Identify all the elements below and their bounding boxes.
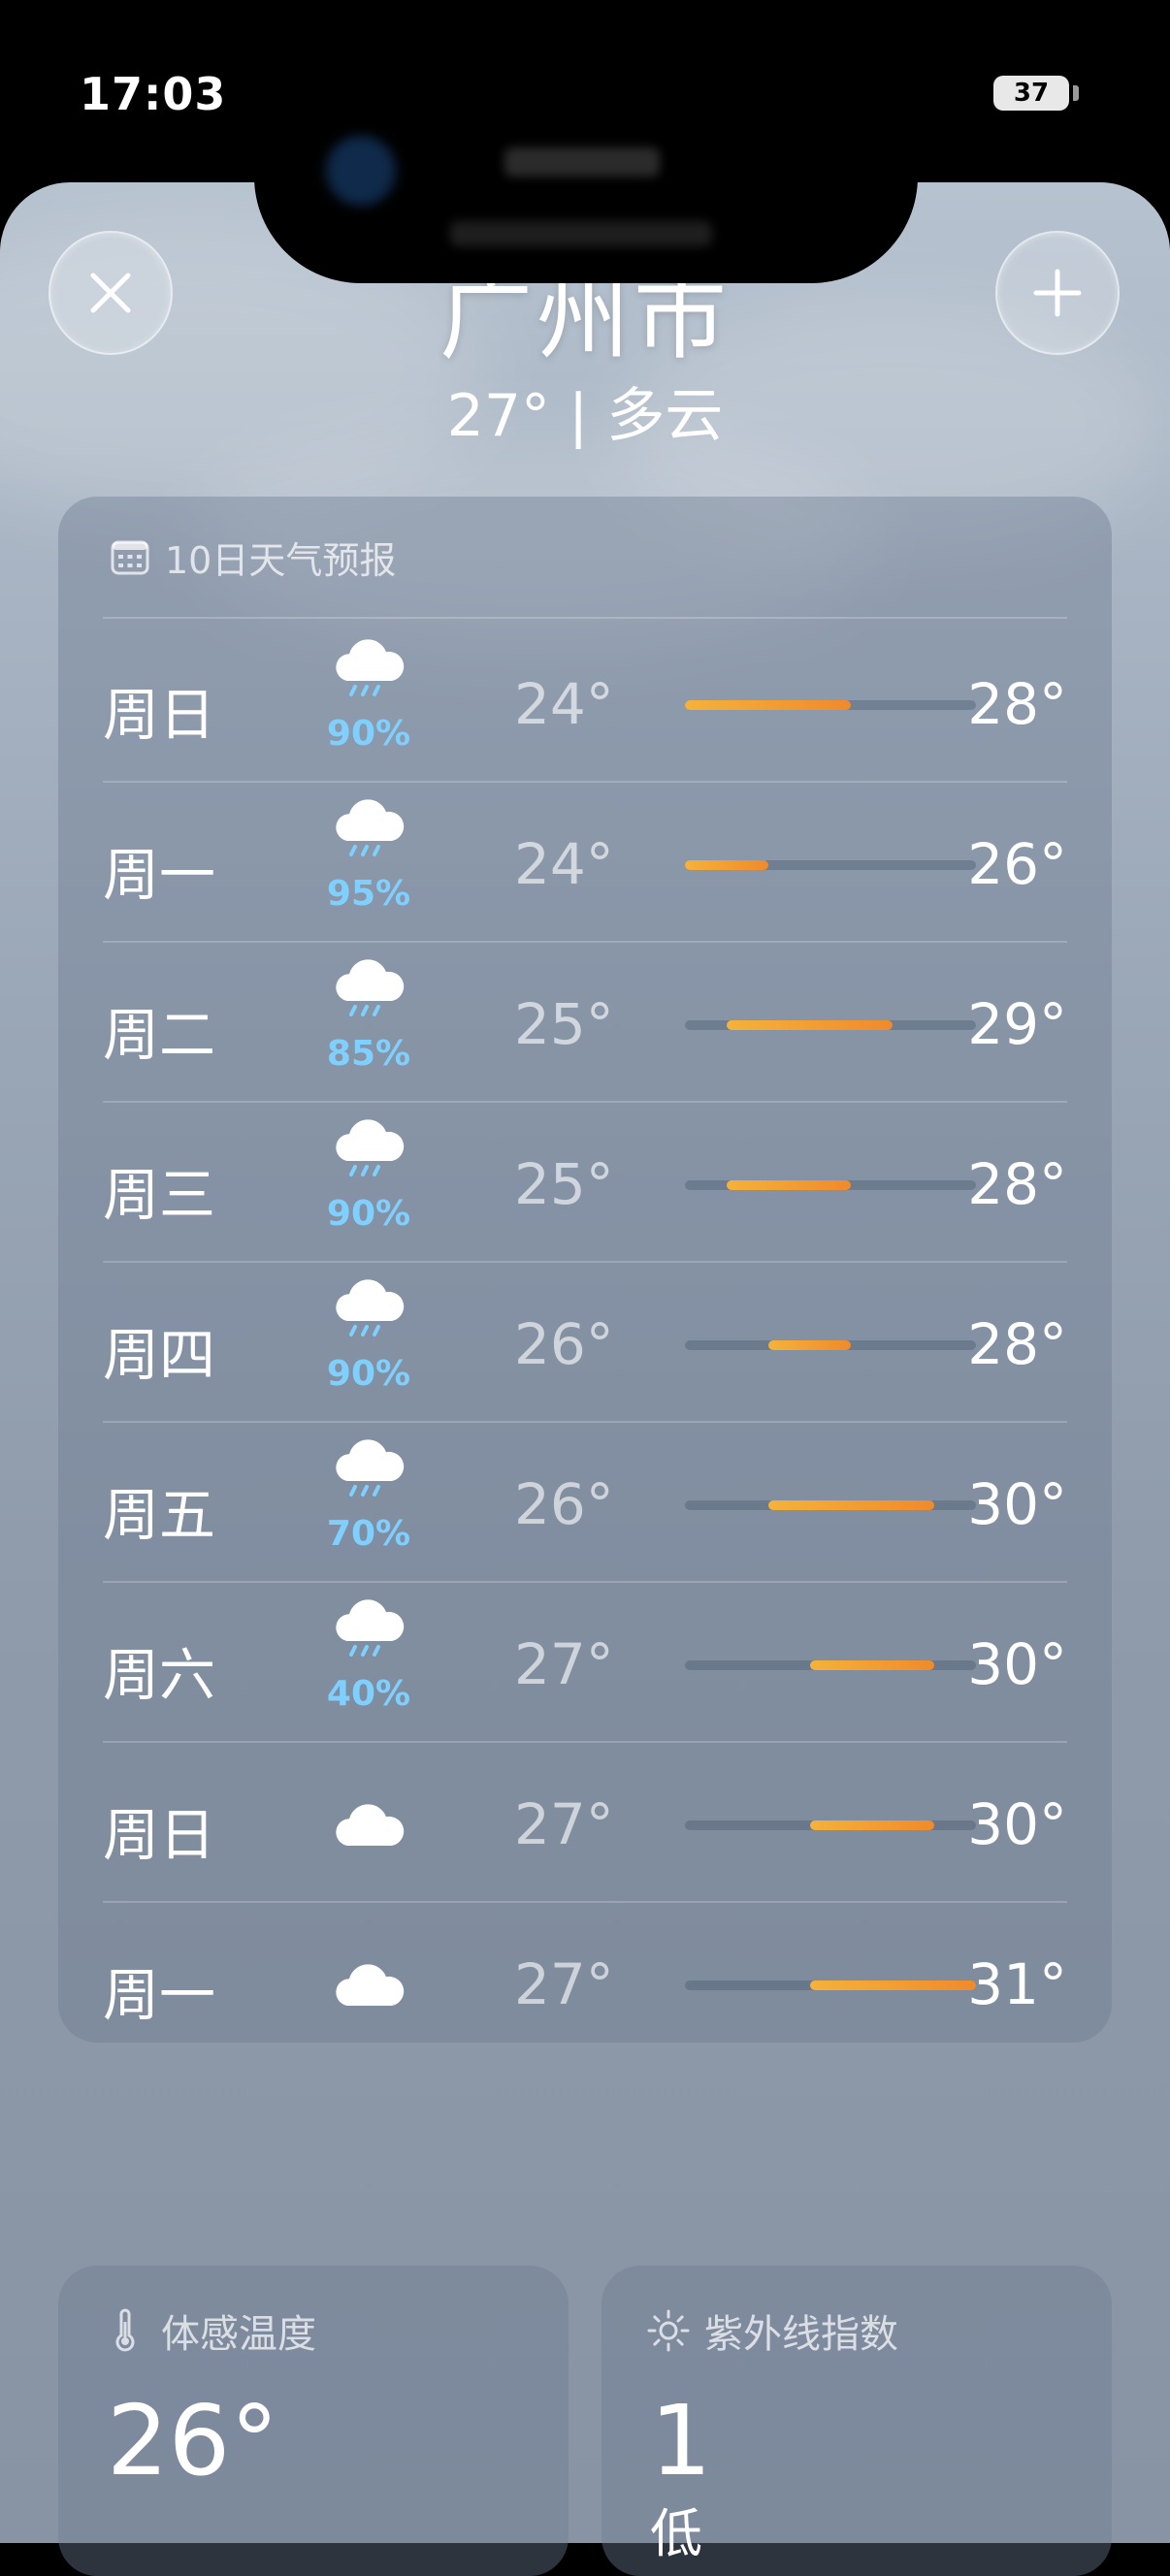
- temp-range-bar: [685, 1820, 976, 1830]
- cloud-rain-icon: [336, 959, 405, 1016]
- feels-like-card[interactable]: 体感温度 26°: [58, 2266, 569, 2576]
- battery-icon: 37: [993, 76, 1069, 111]
- live-activity-icon: [326, 136, 396, 206]
- high-temp: 29°: [967, 991, 1067, 1057]
- cloud-rain-icon: [336, 1599, 405, 1657]
- sun-icon: [647, 2309, 690, 2352]
- live-activity-title: [504, 147, 660, 177]
- forecast-day: 周二: [103, 1002, 216, 1068]
- forecast-row[interactable]: 周一 27° 31°: [103, 1903, 1067, 2063]
- temp-range-bar: [685, 1980, 976, 1990]
- battery-tip: [1073, 85, 1079, 101]
- forecast-day: 周六: [103, 1642, 216, 1708]
- live-activity-subtitle: [450, 221, 712, 246]
- low-temp: 27°: [514, 1631, 614, 1697]
- header-divider: [103, 617, 1067, 619]
- temp-range-bar: [685, 1180, 976, 1190]
- forecast-row[interactable]: 周五 70% 26° 30°: [103, 1423, 1067, 1583]
- precip-chance: 85%: [326, 1034, 411, 1074]
- low-temp: 26°: [514, 1471, 614, 1537]
- high-temp: 30°: [967, 1471, 1067, 1537]
- cloud-rain-icon: [336, 1439, 405, 1497]
- forecast-row[interactable]: 周三 90% 25° 28°: [103, 1103, 1067, 1263]
- forecast-day: 周四: [103, 1322, 216, 1388]
- forecast-day: 周三: [103, 1162, 216, 1228]
- low-temp: 24°: [514, 671, 614, 737]
- precip-chance: 90%: [326, 714, 411, 754]
- cloud-rain-icon: [336, 799, 405, 856]
- high-temp: 30°: [967, 1791, 1067, 1857]
- uv-index-card[interactable]: 紫外线指数 1 低: [601, 2266, 1112, 2576]
- low-temp: 27°: [514, 1951, 614, 2017]
- calendar-icon: [111, 540, 149, 575]
- uv-level: 低: [650, 2503, 702, 2564]
- feels-like-title: 体感温度: [161, 2312, 316, 2357]
- thermometer-icon: [115, 2308, 135, 2352]
- low-temp: 24°: [514, 831, 614, 897]
- temp-range-fill: [767, 1340, 852, 1350]
- forecast-row[interactable]: 周一 95% 24° 26°: [103, 783, 1067, 943]
- high-temp: 28°: [967, 1311, 1067, 1377]
- low-temp: 27°: [514, 1791, 614, 1857]
- precip-chance: 90%: [326, 1354, 411, 1394]
- temp-range-fill: [809, 1660, 935, 1670]
- precip-chance: 70%: [326, 1514, 411, 1554]
- forecast-day: 周五: [103, 1482, 216, 1548]
- precip-chance: 90%: [326, 1194, 411, 1234]
- temp-range-bar: [685, 1020, 976, 1030]
- uv-header: 紫外线指数: [646, 2302, 898, 2359]
- forecast-row[interactable]: 周四 90% 26° 28°: [103, 1263, 1067, 1423]
- temp-range-fill: [767, 1500, 935, 1510]
- high-temp: 28°: [967, 1151, 1067, 1217]
- low-temp: 25°: [514, 1151, 614, 1217]
- high-temp: 26°: [967, 831, 1067, 897]
- high-temp: 30°: [967, 1631, 1067, 1697]
- cloud-icon: [336, 1804, 405, 1846]
- temp-range-fill: [809, 1980, 976, 1990]
- forecast-row[interactable]: 周二 85% 25° 29°: [103, 943, 1067, 1103]
- forecast-row[interactable]: 周六 40% 27° 30°: [103, 1583, 1067, 1743]
- temp-range-fill: [726, 1180, 852, 1190]
- current-conditions: 27° | 多云: [446, 382, 724, 450]
- low-temp: 25°: [514, 991, 614, 1057]
- temp-range-bar: [685, 1660, 976, 1670]
- feels-like-value: 26°: [107, 2384, 279, 2497]
- cloud-rain-icon: [336, 1119, 405, 1176]
- forecast-day: 周一: [103, 1962, 216, 2028]
- forecast-title: 10日天气预报: [165, 538, 397, 582]
- temp-range-fill: [726, 1020, 894, 1030]
- temp-range-bar: [685, 860, 976, 870]
- cloud-rain-icon: [336, 639, 405, 696]
- status-time: 17:03: [80, 68, 227, 120]
- forecast-day: 周日: [103, 1802, 216, 1868]
- temp-range-bar: [685, 700, 976, 710]
- forecast-row[interactable]: 周日 90% 24° 28°: [103, 623, 1067, 783]
- high-temp: 28°: [967, 671, 1067, 737]
- precip-chance: 95%: [326, 874, 411, 914]
- low-temp: 26°: [514, 1311, 614, 1377]
- temp-range-bar: [685, 1340, 976, 1350]
- high-temp: 31°: [967, 1951, 1067, 2017]
- feels-like-header: 体感温度: [103, 2302, 316, 2359]
- temp-range-fill: [685, 700, 852, 710]
- precip-chance: 40%: [326, 1674, 411, 1714]
- forecast-row[interactable]: 周日 27° 30°: [103, 1743, 1067, 1903]
- temp-range-bar: [685, 1500, 976, 1510]
- temp-range-fill: [809, 1820, 935, 1830]
- forecast-header: 10日天气预报: [109, 526, 396, 588]
- cloud-icon: [336, 1964, 405, 2006]
- temp-range-fill: [685, 860, 768, 870]
- forecast-day: 周日: [103, 682, 216, 748]
- forecast-day: 周一: [103, 842, 216, 908]
- cloud-rain-icon: [336, 1279, 405, 1336]
- ten-day-forecast-card[interactable]: 10日天气预报 周日 90% 24° 28° 周一 95% 24° 26° 周二…: [58, 497, 1112, 2043]
- uv-title: 紫外线指数: [704, 2312, 898, 2357]
- uv-value: 1: [650, 2384, 712, 2497]
